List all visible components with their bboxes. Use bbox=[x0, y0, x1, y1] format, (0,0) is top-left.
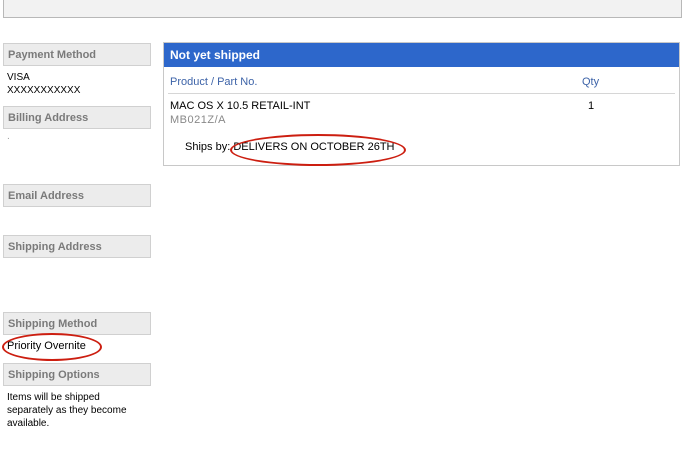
shipping-options-line-2: separately as they become bbox=[7, 405, 127, 416]
payment-card-number: XXXXXXXXXXX bbox=[7, 85, 81, 96]
ships-by-row: Ships by: DELIVERS ON OCTOBER 26TH bbox=[185, 141, 394, 153]
billing-address-heading: Billing Address bbox=[3, 106, 151, 129]
column-header-qty: Qty bbox=[582, 76, 600, 88]
header-divider bbox=[168, 93, 675, 94]
shipping-options-line-1: Items will be shipped bbox=[7, 392, 100, 403]
email-address-heading: Email Address bbox=[3, 184, 151, 207]
shipment-status-header: Not yet shipped bbox=[164, 43, 679, 67]
top-bar bbox=[3, 0, 682, 18]
product-quantity: 1 bbox=[588, 100, 595, 112]
product-part-number: MB021Z/A bbox=[170, 114, 226, 126]
payment-method-heading: Payment Method bbox=[3, 43, 151, 66]
payment-card-type: VISA bbox=[7, 72, 30, 83]
order-panel: Not yet shipped Product / Part No. Qty M… bbox=[163, 42, 680, 166]
shipping-address-heading: Shipping Address bbox=[3, 235, 151, 258]
shipping-method-value: Priority Overnite bbox=[7, 340, 86, 352]
ships-by-value: DELIVERS ON OCTOBER 26TH bbox=[233, 141, 395, 153]
shipping-method-heading: Shipping Method bbox=[3, 312, 151, 335]
shipping-options-heading: Shipping Options bbox=[3, 363, 151, 386]
column-header-product: Product / Part No. bbox=[170, 76, 258, 88]
shipping-options-line-3: available. bbox=[7, 418, 50, 429]
product-name: MAC OS X 10.5 RETAIL-INT bbox=[170, 100, 311, 112]
ships-by-label: Ships by: bbox=[185, 141, 231, 153]
billing-address-value: . bbox=[7, 131, 10, 142]
